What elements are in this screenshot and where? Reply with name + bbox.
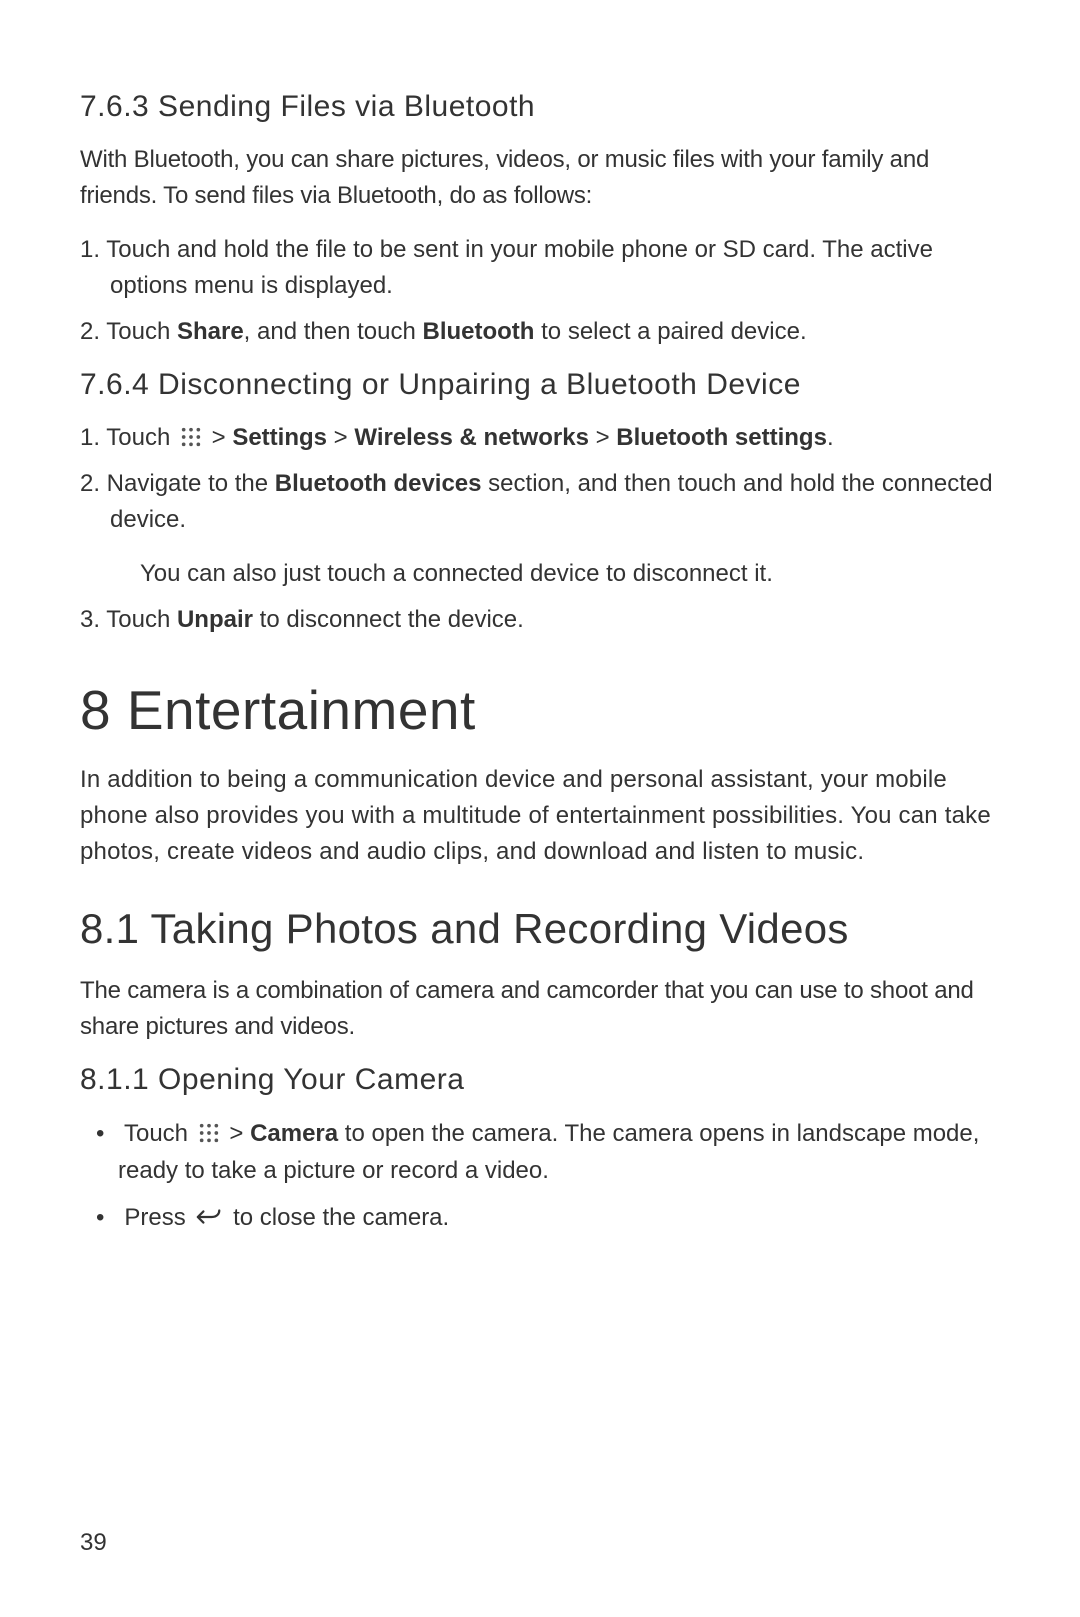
bold-bluetooth-settings: Bluetooth settings (616, 424, 827, 451)
text: 2. Touch (80, 318, 177, 345)
list-7-6-3-steps: 1. Touch and hold the file to be sent in… (80, 232, 1000, 350)
bold-settings: Settings (232, 424, 327, 451)
text: > (327, 424, 354, 451)
bold-bluetooth-devices: Bluetooth devices (275, 470, 482, 497)
text: > (205, 424, 232, 451)
text: to select a paired device. (534, 318, 806, 345)
apps-grid-icon (180, 426, 202, 448)
list-item-step-2: 2. Touch Share, and then touch Bluetooth… (80, 314, 1000, 350)
text: 3. Touch (80, 606, 177, 633)
bold-bluetooth: Bluetooth (422, 318, 534, 345)
text: 2. Navigate to the (80, 470, 275, 497)
bold-camera: Camera (250, 1120, 338, 1147)
bold-unpair: Unpair (177, 606, 253, 633)
text: Touch (124, 1120, 195, 1147)
apps-grid-icon (198, 1122, 220, 1144)
text: > (589, 424, 616, 451)
list-8-1-1-bullets: • Touch > Camera to open the camera. The… (80, 1115, 1000, 1237)
heading-7-6-4: 7.6.4 Disconnecting or Unpairing a Bluet… (80, 368, 1000, 402)
bold-wireless: Wireless & networks (354, 424, 589, 451)
list-item-bullet-1: • Touch > Camera to open the camera. The… (80, 1115, 1000, 1189)
text: , and then touch (244, 318, 423, 345)
paragraph-8-1-intro: The camera is a combination of camera an… (80, 973, 1000, 1045)
heading-8: 8 Entertainment (80, 678, 1000, 742)
text: . (827, 424, 834, 451)
list-7-6-4-steps: 1. Touch > Settings > Wireless & network… (80, 420, 1000, 538)
text: > (223, 1120, 250, 1147)
heading-8-1: 8.1 Taking Photos and Recording Videos (80, 905, 1000, 953)
heading-7-6-3: 7.6.3 Sending Files via Bluetooth (80, 90, 1000, 124)
list-7-6-4-steps-cont: 3. Touch Unpair to disconnect the device… (80, 602, 1000, 638)
back-icon (195, 1206, 223, 1228)
text: to close the camera. (226, 1204, 449, 1231)
paragraph-7-6-3-intro: With Bluetooth, you can share pictures, … (80, 142, 1000, 214)
list-item-step-2: 2. Navigate to the Bluetooth devices sec… (80, 466, 1000, 538)
bold-share: Share (177, 318, 244, 345)
heading-8-1-1: 8.1.1 Opening Your Camera (80, 1063, 1000, 1097)
list-item-step-1: 1. Touch and hold the file to be sent in… (80, 232, 1000, 304)
list-item-step-1: 1. Touch > Settings > Wireless & network… (80, 420, 1000, 456)
page-number: 39 (80, 1529, 107, 1557)
document-page: 7.6.3 Sending Files via Bluetooth With B… (0, 0, 1080, 1617)
paragraph-8-intro: In addition to being a communication dev… (80, 762, 1000, 870)
text: to disconnect the device. (253, 606, 524, 633)
note-disconnect: You can also just touch a connected devi… (140, 556, 1000, 592)
list-item-bullet-2: • Press to close the camera. (80, 1199, 1000, 1236)
text: Press (124, 1204, 192, 1231)
list-item-step-3: 3. Touch Unpair to disconnect the device… (80, 602, 1000, 638)
text: 1. Touch (80, 424, 177, 451)
